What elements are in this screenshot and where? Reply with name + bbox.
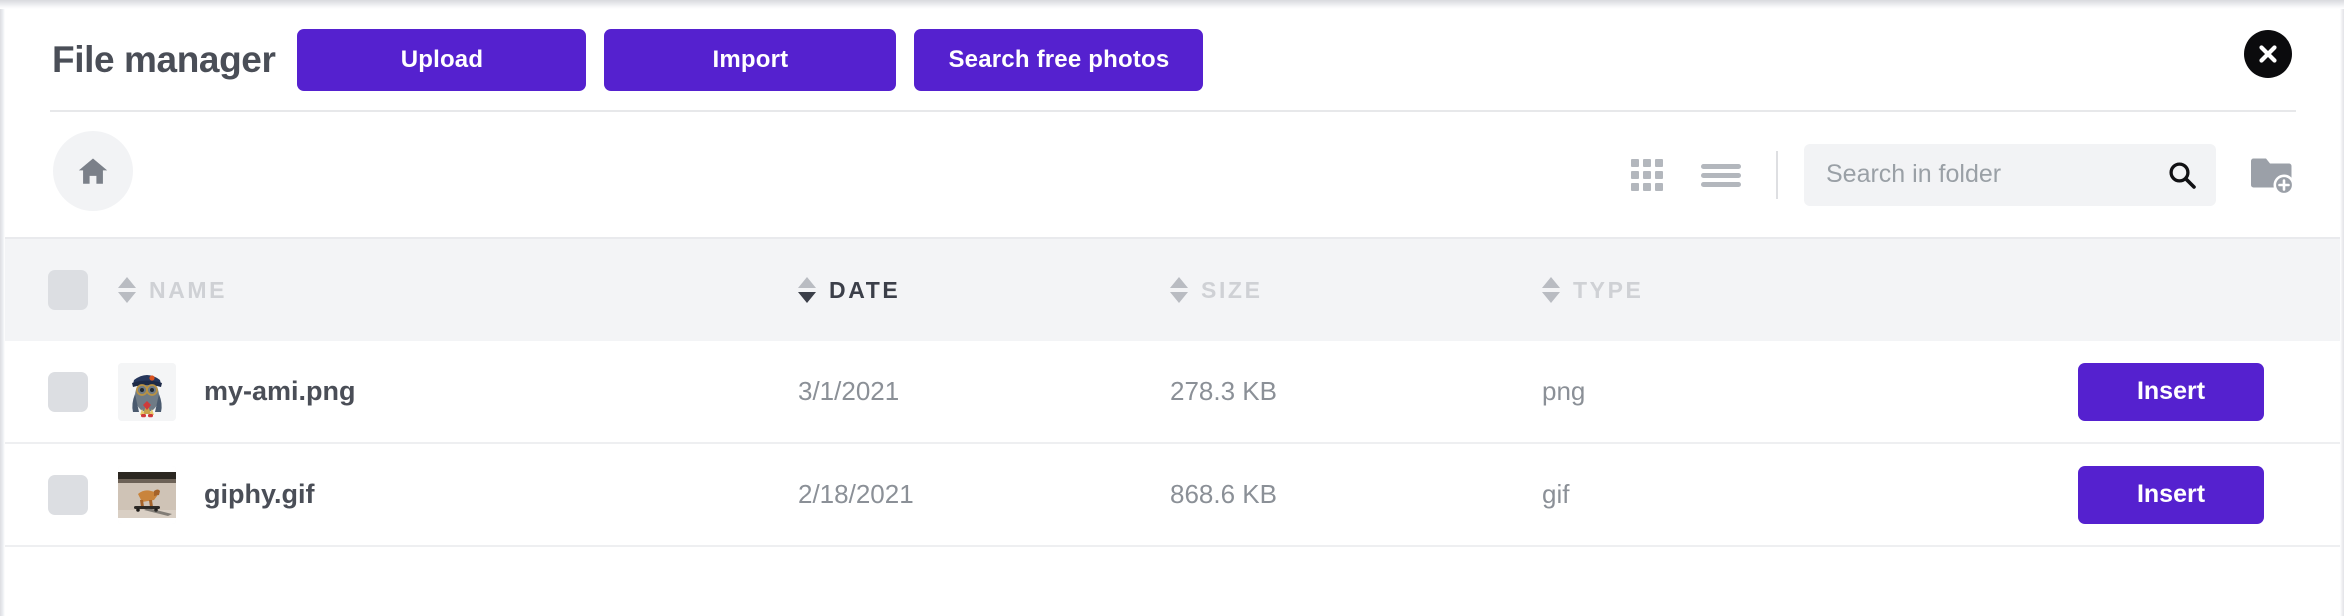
column-header-size: SIZE (1201, 276, 1263, 303)
list-view-button[interactable] (1698, 152, 1744, 198)
sort-arrows-icon (118, 277, 136, 303)
home-button[interactable] (53, 131, 133, 211)
sort-by-date-button[interactable]: DATE (798, 277, 900, 304)
row-select-cell (0, 371, 118, 412)
insert-button[interactable]: Insert (2078, 465, 2264, 524)
sort-arrows-icon (1542, 277, 1560, 303)
table-row[interactable]: giphy.gif 2/18/2021 868.6 KB gif Insert (0, 444, 2344, 547)
file-name: giphy.gif (204, 479, 315, 509)
row-name-cell: my-ami.png (118, 362, 798, 421)
search-in-folder-field[interactable] (1804, 143, 2216, 206)
file-size: 278.3 KB (1170, 376, 1277, 406)
file-manager-dialog: File manager Upload Import Search free p… (0, 0, 2344, 616)
column-header-name: NAME (149, 276, 228, 303)
file-thumbnail-icon (118, 362, 176, 421)
row-type-cell: gif (1542, 479, 1982, 510)
search-button[interactable] (2162, 155, 2202, 195)
folder-toolbar (0, 112, 2344, 237)
home-icon (78, 158, 108, 184)
file-date: 2/18/2021 (798, 479, 914, 509)
page-title: File manager (52, 38, 276, 80)
toolbar-right-group (1624, 112, 2298, 237)
header-select-all-cell (0, 270, 118, 310)
upload-button[interactable]: Upload (297, 28, 587, 91)
file-table: NAME DATE SIZE TYPE my-ami.png 3/1/2021 … (0, 237, 2344, 547)
row-checkbox[interactable] (48, 371, 88, 412)
file-date: 3/1/2021 (798, 376, 900, 406)
list-view-icon (1701, 163, 1741, 187)
search-input[interactable] (1804, 143, 2216, 206)
column-header-date: DATE (829, 276, 901, 303)
select-all-checkbox[interactable] (48, 270, 88, 310)
toolbar-divider (1776, 150, 1778, 199)
header-date-cell: DATE (798, 277, 1170, 304)
row-actions-cell: Insert (1982, 362, 2344, 421)
new-folder-icon (2251, 158, 2295, 195)
sort-arrows-icon (1170, 277, 1188, 303)
file-name: my-ami.png (204, 376, 356, 406)
search-icon (2169, 161, 2196, 189)
row-type-cell: png (1542, 376, 1982, 407)
sort-arrows-icon (798, 277, 816, 303)
grid-view-icon (1631, 158, 1663, 191)
header-size-cell: SIZE (1170, 277, 1542, 304)
row-checkbox[interactable] (48, 474, 88, 515)
window-left-edge (0, 0, 5, 616)
row-actions-cell: Insert (1982, 465, 2344, 524)
column-header-type: TYPE (1573, 276, 1644, 303)
row-date-cell: 3/1/2021 (798, 376, 1170, 407)
row-select-cell (0, 474, 118, 515)
header-name-cell: NAME (118, 277, 798, 304)
avatar-bird-thumbnail (118, 362, 176, 421)
table-header-row: NAME DATE SIZE TYPE (0, 237, 2344, 341)
sort-by-name-button[interactable]: NAME (118, 277, 227, 304)
row-size-cell: 868.6 KB (1170, 479, 1542, 510)
search-free-photos-button[interactable]: Search free photos (914, 28, 1204, 91)
row-size-cell: 278.3 KB (1170, 376, 1542, 407)
file-thumbnail-icon (118, 465, 176, 524)
file-type: gif (1542, 479, 1570, 509)
close-button[interactable] (2244, 30, 2292, 78)
sort-by-size-button[interactable]: SIZE (1170, 277, 1263, 304)
import-button[interactable]: Import (604, 28, 897, 91)
dog-skateboard-thumbnail (118, 465, 176, 524)
new-folder-button[interactable] (2246, 149, 2298, 201)
sort-by-type-button[interactable]: TYPE (1542, 277, 1643, 304)
close-icon (2259, 45, 2277, 63)
row-date-cell: 2/18/2021 (798, 479, 1170, 510)
dialog-header: File manager Upload Import Search free p… (0, 9, 2344, 110)
row-name-cell: giphy.gif (118, 465, 798, 524)
window-right-edge (2340, 0, 2344, 616)
grid-view-button[interactable] (1624, 152, 1670, 198)
file-size: 868.6 KB (1170, 479, 1277, 509)
table-row[interactable]: my-ami.png 3/1/2021 278.3 KB png Insert (0, 341, 2344, 444)
insert-button[interactable]: Insert (2078, 362, 2264, 421)
file-type: png (1542, 376, 1586, 406)
window-top-edge (0, 0, 2344, 9)
header-type-cell: TYPE (1542, 277, 1982, 304)
